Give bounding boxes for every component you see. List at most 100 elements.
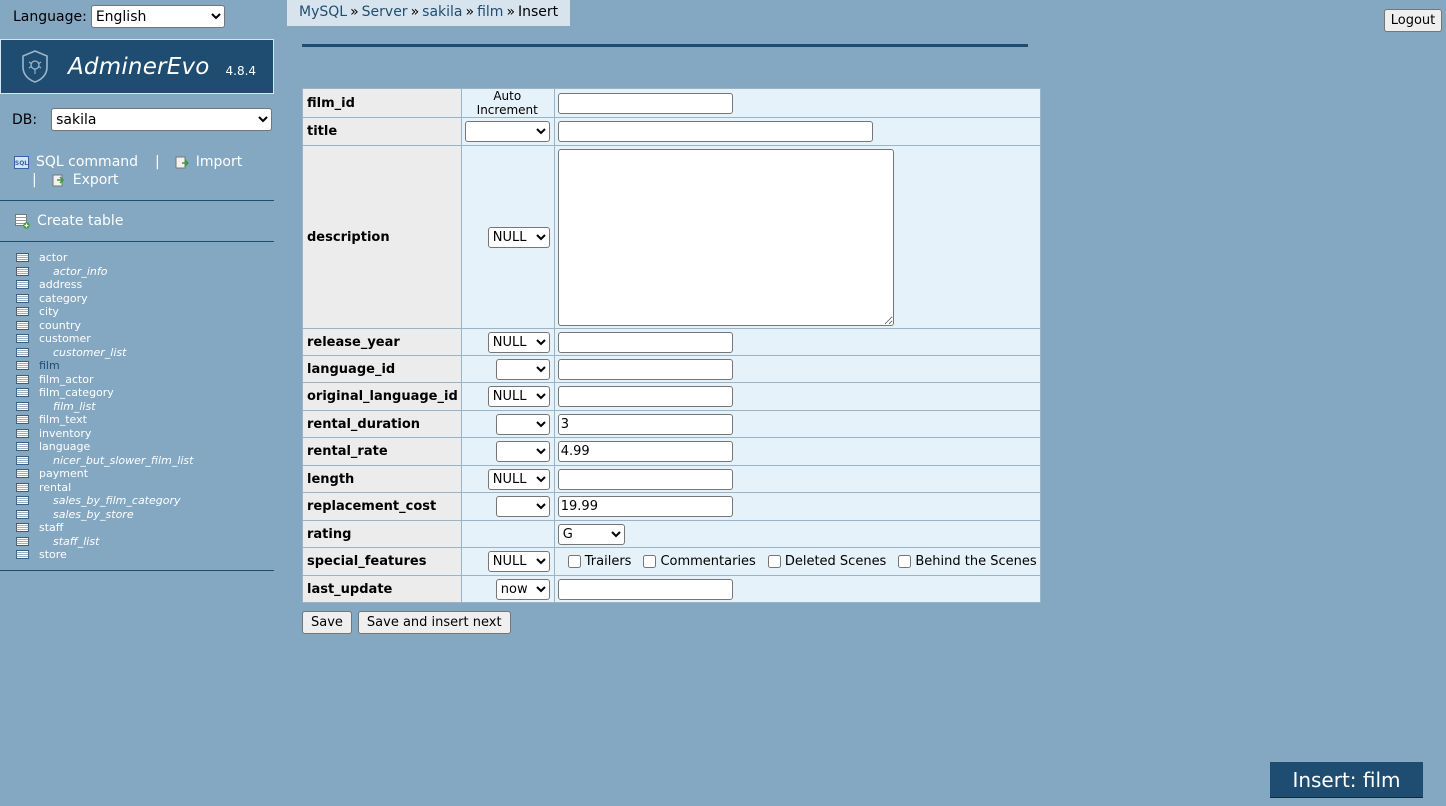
rental-duration-input[interactable] (557, 413, 733, 435)
logout-button[interactable]: Logout (1384, 9, 1442, 32)
export-link[interactable]: Export (73, 171, 119, 189)
last-update-input[interactable] (557, 578, 733, 600)
table-icon[interactable] (16, 442, 29, 452)
sidebar-table-item[interactable]: staff (16, 521, 193, 535)
language-id-function-select[interactable] (495, 358, 550, 380)
table-icon[interactable] (16, 550, 29, 560)
table-icon[interactable] (16, 482, 29, 492)
film-id-input[interactable] (557, 92, 733, 114)
sidebar-table-item[interactable]: country (16, 319, 193, 333)
replacement-cost-function-select[interactable] (495, 496, 550, 517)
sidebar-table-item[interactable]: payment (16, 467, 193, 481)
sidebar-table-item[interactable]: inventory (16, 427, 193, 441)
table-icon[interactable] (16, 307, 29, 317)
rental-rate-function-select[interactable] (495, 441, 550, 462)
sidebar-table-item[interactable]: film_category (16, 386, 193, 400)
breadcrumb-mysql[interactable]: MySQL (299, 4, 347, 20)
table-link[interactable]: city (39, 305, 59, 318)
sidebar-table-item[interactable]: sales_by_store (16, 508, 193, 522)
table-link[interactable]: film_actor (39, 373, 94, 386)
language-select[interactable]: English (90, 5, 225, 28)
table-link[interactable]: actor (39, 251, 67, 264)
create-table[interactable]: Create table (15, 213, 123, 229)
table-link[interactable]: film_list (53, 400, 96, 413)
title-function-select[interactable] (464, 121, 550, 142)
table-link[interactable]: film_text (39, 413, 87, 426)
table-icon[interactable] (16, 415, 29, 425)
description-textarea[interactable] (557, 148, 894, 326)
checkbox-deleted-scenes[interactable]: Deleted Scenes (767, 554, 886, 569)
rental-duration-function-select[interactable] (495, 413, 550, 435)
table-link[interactable]: film_category (39, 386, 114, 399)
table-icon[interactable] (16, 347, 29, 357)
commentaries-checkbox[interactable] (643, 555, 657, 568)
import-link[interactable]: Import (196, 153, 242, 171)
table-link[interactable]: language (39, 440, 90, 453)
release-year-input[interactable] (557, 331, 733, 353)
release-year-function-select[interactable]: NULL (487, 331, 550, 353)
table-icon[interactable] (16, 280, 29, 290)
behind-the-scenes-checkbox[interactable] (898, 555, 912, 568)
sidebar-table-item[interactable]: film_actor (16, 373, 193, 387)
table-icon[interactable] (16, 428, 29, 438)
original-language-id-input[interactable] (557, 386, 733, 407)
table-icon[interactable] (16, 374, 29, 384)
sidebar-table-item[interactable]: film_list (16, 400, 193, 414)
breadcrumb-db[interactable]: sakila (422, 4, 462, 20)
table-icon[interactable] (16, 253, 29, 263)
table-link[interactable]: sales_by_store (53, 508, 134, 521)
rental-rate-input[interactable] (557, 441, 733, 462)
table-icon[interactable] (16, 320, 29, 330)
table-icon[interactable] (16, 401, 29, 411)
deleted-scenes-checkbox[interactable] (767, 555, 781, 568)
table-link[interactable]: address (39, 278, 82, 291)
sidebar-table-item[interactable]: nicer_but_slower_film_list (16, 454, 193, 468)
sidebar-table-item[interactable]: customer_list (16, 346, 193, 360)
sidebar-table-item[interactable]: staff_list (16, 535, 193, 549)
table-link[interactable]: payment (39, 467, 88, 480)
sidebar-table-item[interactable]: language (16, 440, 193, 454)
original-language-id-function-select[interactable]: NULL (487, 386, 550, 407)
table-link[interactable]: country (39, 319, 81, 332)
checkbox-behind-the-scenes[interactable]: Behind the Scenes (898, 554, 1037, 569)
table-link[interactable]: nicer_but_slower_film_list (53, 454, 193, 467)
save-button[interactable]: Save (302, 611, 352, 634)
sidebar-table-item[interactable]: actor_info (16, 265, 193, 279)
sidebar-table-item[interactable]: city (16, 305, 193, 319)
last-update-function-select[interactable]: now (495, 578, 550, 600)
breadcrumb-server[interactable]: Server (362, 4, 408, 20)
table-icon[interactable] (16, 496, 29, 506)
table-icon[interactable] (16, 469, 29, 479)
table-icon[interactable] (16, 334, 29, 344)
breadcrumb-table[interactable]: film (477, 4, 503, 20)
table-icon[interactable] (16, 361, 29, 371)
table-icon[interactable] (16, 509, 29, 519)
table-link[interactable]: inventory (39, 427, 91, 440)
table-link[interactable]: sales_by_film_category (53, 494, 181, 507)
length-function-select[interactable]: NULL (487, 468, 550, 490)
sidebar-table-item[interactable]: category (16, 292, 193, 306)
db-select[interactable]: sakila (51, 108, 273, 131)
table-icon[interactable] (16, 388, 29, 398)
special-features-function-select[interactable]: NULL (487, 551, 550, 572)
title-input[interactable] (557, 121, 873, 142)
table-link[interactable]: store (39, 548, 67, 561)
sql-command-link[interactable]: SQL command (36, 153, 138, 171)
table-icon[interactable] (16, 536, 29, 546)
sidebar-table-item[interactable]: store (16, 548, 193, 562)
table-link[interactable]: customer (39, 332, 91, 345)
create-table-link[interactable]: Create table (37, 213, 123, 229)
table-link[interactable]: rental (39, 481, 71, 494)
table-icon[interactable] (16, 293, 29, 303)
table-link[interactable]: staff (39, 521, 63, 534)
table-icon[interactable] (16, 523, 29, 533)
language-id-input[interactable] (557, 358, 733, 380)
app-logo[interactable]: AdminerEvo 4.8.4 (0, 39, 274, 94)
length-input[interactable] (557, 468, 733, 490)
table-link[interactable]: film (39, 359, 60, 372)
sidebar-table-item[interactable]: customer (16, 332, 193, 346)
sidebar-table-item[interactable]: sales_by_film_category (16, 494, 193, 508)
trailers-checkbox[interactable] (567, 555, 581, 568)
table-link[interactable]: staff_list (53, 535, 99, 548)
sidebar-table-item[interactable]: rental (16, 481, 193, 495)
